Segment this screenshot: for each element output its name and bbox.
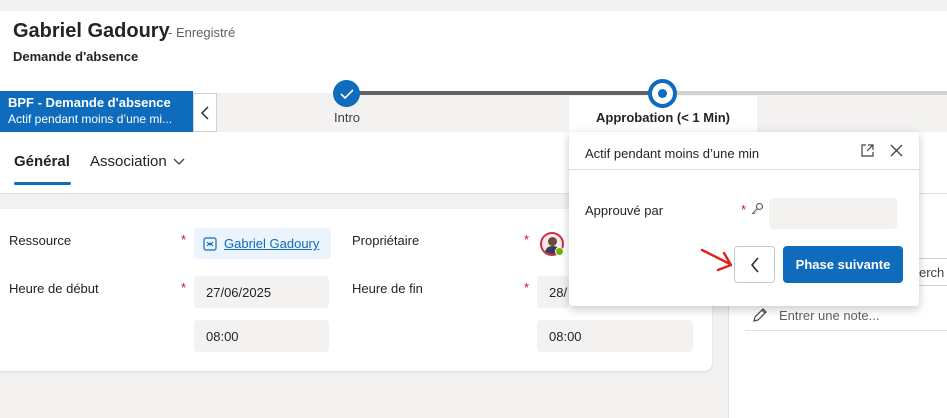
stage-approbation-label[interactable]: Approbation (< 1 Min): [569, 110, 757, 125]
stage-intro-marker[interactable]: [333, 80, 360, 107]
stage-flyout-title: Actif pendant moins d’une min: [585, 146, 760, 161]
close-icon: [890, 144, 902, 156]
note-placeholder: Entrer une note...: [779, 307, 880, 323]
ressource-lookup-link[interactable]: Gabriel Gadoury: [224, 236, 319, 251]
checkmark-icon: [339, 88, 354, 99]
popout-button[interactable]: [858, 141, 876, 159]
record-entity-name: Demande d'absence: [13, 49, 139, 64]
tab-association[interactable]: Association: [90, 153, 185, 170]
heure-debut-date-input[interactable]: 27/06/2025: [194, 276, 329, 308]
proprietaire-required-mark: *: [524, 232, 530, 247]
ressource-required-mark: *: [181, 232, 187, 247]
record-title: Gabriel Gadoury: [13, 20, 170, 42]
heure-fin-required-mark: *: [524, 280, 530, 295]
stage-approbation-marker[interactable]: [648, 79, 677, 108]
bpf-progress-remaining: [662, 91, 947, 95]
bpf-process-button[interactable]: BPF - Demande d'absence Actif pendant mo…: [0, 91, 193, 132]
popout-icon: [860, 143, 874, 157]
stage-active-dot: [658, 89, 667, 98]
stage-flyout-dialog: Actif pendant moins d’une min Approuvé p…: [569, 132, 919, 306]
previous-stage-button[interactable]: [734, 246, 775, 283]
heure-fin-label: Heure de fin: [352, 281, 423, 296]
record-status: - Enregistré: [168, 25, 236, 40]
chevron-left-icon: [201, 106, 209, 119]
approuve-par-input[interactable]: [769, 198, 897, 229]
resource-entity-icon: [203, 236, 217, 251]
heure-debut-label: Heure de début: [9, 281, 99, 296]
approuve-par-required-mark: *: [741, 202, 747, 217]
ressource-lookup[interactable]: Gabriel Gadoury: [194, 228, 331, 259]
top-strip: [0, 0, 947, 11]
bpf-process-title: BPF - Demande d'absence: [8, 95, 171, 110]
ressource-label: Ressource: [9, 233, 72, 248]
heure-fin-date-input[interactable]: 28/: [537, 276, 569, 308]
key-icon: [751, 202, 764, 215]
bpf-progress-completed: [346, 91, 662, 95]
tab-general[interactable]: Général: [14, 153, 70, 170]
stage-intro-label[interactable]: Intro: [320, 110, 374, 125]
presence-available-icon: [555, 247, 564, 256]
tab-association-label: Association: [90, 153, 167, 170]
chevron-down-icon: [173, 158, 185, 165]
close-button[interactable]: [887, 141, 905, 159]
bpf-collapse-button[interactable]: [193, 93, 217, 132]
chevron-left-icon: [750, 257, 759, 272]
heure-fin-time-input[interactable]: 08:00: [537, 320, 693, 352]
pencil-icon: [753, 308, 767, 322]
heure-debut-required-mark: *: [181, 280, 187, 295]
tab-selected-indicator: [14, 182, 71, 185]
bpf-process-duration: Actif pendant moins d’une mi...: [8, 112, 173, 126]
approuve-par-label: Approuvé par: [585, 203, 664, 218]
next-stage-button[interactable]: Phase suivante: [783, 246, 903, 283]
proprietaire-label: Propriétaire: [352, 233, 420, 248]
heure-debut-time-input[interactable]: 08:00: [194, 320, 329, 352]
avatar-head: [548, 237, 557, 246]
annotation-arrow-icon: [700, 248, 733, 272]
